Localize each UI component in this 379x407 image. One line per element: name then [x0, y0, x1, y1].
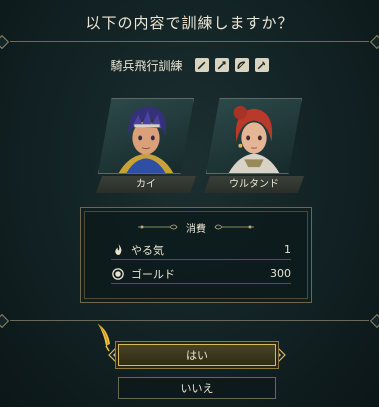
cost-row-motivation: やる気 1 — [111, 240, 291, 260]
training-name: 騎兵飛行訓練 — [110, 58, 183, 73]
divider-top — [0, 34, 379, 50]
lance-icon — [214, 58, 229, 72]
ornament-left-icon — [138, 224, 178, 230]
unit-name-urtando: ウルタンド — [204, 176, 304, 193]
sword-icon — [194, 58, 209, 72]
cost-value: 300 — [270, 267, 291, 280]
yes-button[interactable]: はい — [118, 344, 276, 366]
gold-coin-icon — [111, 267, 125, 281]
character-portrait-red-hair — [228, 105, 280, 173]
unit-name-kai: カイ — [96, 176, 196, 193]
dialog-title: 以下の内容で訓練しますか？ — [85, 14, 294, 32]
no-button[interactable]: いいえ — [118, 377, 276, 399]
portrait-urtando — [206, 98, 302, 174]
cost-panel: 消費 やる気 1 ゴールド 300 — [80, 207, 312, 303]
cost-label: やる気 — [131, 243, 164, 257]
flame-icon — [111, 243, 125, 257]
bow-icon — [234, 58, 249, 72]
cost-row-gold: ゴールド 300 — [111, 264, 291, 284]
cost-value: 1 — [284, 243, 291, 256]
cost-title: 消費 — [186, 223, 206, 235]
divider-bottom — [0, 313, 379, 329]
ornament-right-icon — [214, 224, 254, 230]
cost-header: 消費 — [81, 220, 311, 235]
cost-label: ゴールド — [131, 267, 175, 281]
training-row: 騎兵飛行訓練 — [0, 56, 379, 74]
axe-icon — [254, 58, 269, 72]
character-portrait-blue-hair — [118, 106, 174, 173]
portrait-kai — [98, 98, 194, 174]
